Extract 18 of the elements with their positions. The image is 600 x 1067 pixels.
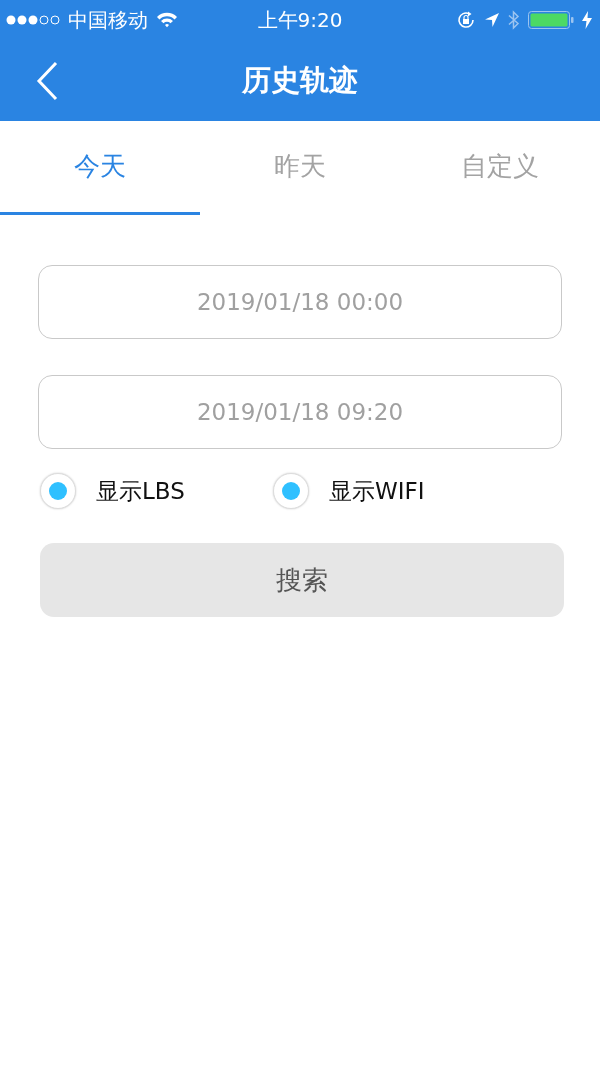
clock-time: 上午9:20 xyxy=(257,6,343,34)
bluetooth-icon xyxy=(508,10,520,30)
rotation-lock-icon xyxy=(456,10,476,30)
carrier-name: 中国移动 xyxy=(68,6,148,34)
radio-button[interactable] xyxy=(40,473,76,509)
page-title: 历史轨迹 xyxy=(242,61,358,99)
back-button[interactable] xyxy=(36,60,58,101)
signal-icon xyxy=(6,14,60,26)
option-label: 显示WIFI xyxy=(329,476,425,506)
radio-button[interactable] xyxy=(273,473,309,509)
search-button[interactable]: 搜索 xyxy=(40,543,564,617)
battery-icon xyxy=(528,11,574,29)
option-label: 显示LBS xyxy=(96,476,185,506)
date-field[interactable]: 2019/01/18 00:00 xyxy=(38,265,562,339)
date-field[interactable]: 2019/01/18 09:20 xyxy=(38,375,562,449)
charging-bolt-icon xyxy=(582,11,592,29)
location-arrow-icon xyxy=(484,12,500,28)
wifi-icon xyxy=(156,12,178,28)
